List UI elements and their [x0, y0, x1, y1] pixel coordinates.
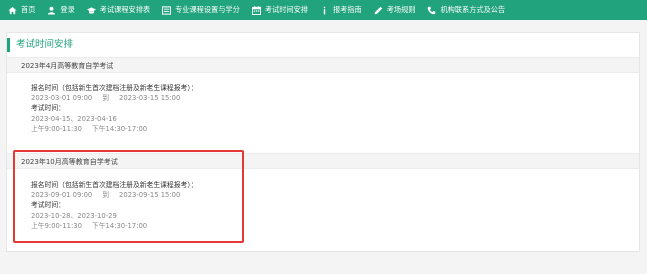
exam-dates: 2023-10-28、2023-10-29 — [31, 211, 117, 220]
panel-title: 考试时间安排 — [7, 38, 73, 52]
nav-item-exam-rules[interactable]: 考场规则 — [374, 0, 416, 20]
exam-schedule-panel: 考试时间安排 2023年4月高等教育自学考试 报名时间（包括新生首次建档注册及新… — [6, 32, 640, 252]
nav-item-label: 考场规则 — [386, 5, 416, 14]
nav-item-label: 考试课程安排表 — [99, 5, 151, 14]
user-icon — [47, 6, 56, 15]
list-icon — [162, 5, 172, 15]
nav-item-courses-credits[interactable]: 专业课程设置与学分 — [162, 0, 240, 20]
registration-period: 2023-09-01 09:00 到 2023-09-15 15:00 — [31, 190, 198, 200]
nav-item-home[interactable]: 首页 — [8, 0, 35, 20]
nav-item-login[interactable]: 登录 — [47, 0, 75, 20]
nav-item-label: 机构联系方式及公告 — [440, 5, 506, 14]
section-body: 报名时间（包括新生首次建档注册及新老生课程报考）： 2023-03-01 09:… — [31, 83, 198, 134]
info-icon — [320, 6, 329, 15]
nav-item-exam-schedule[interactable]: 考试课程安排表 — [86, 0, 151, 20]
exam-time-label: 考试时间： — [31, 201, 65, 210]
nav-item-contacts[interactable]: 机构联系方式及公告 — [427, 0, 505, 20]
registration-period: 2023-03-01 09:00 到 2023-03-15 15:00 — [31, 93, 198, 103]
section-body: 报名时间（包括新生首次建档注册及新老生课程报考）： 2023-09-01 09:… — [31, 180, 198, 231]
exam-hours: 上午9:00-11:30 下午14:30-17:00 — [31, 221, 198, 231]
nav-item-exam-time[interactable]: 考试时间安排 — [251, 0, 308, 20]
calendar-icon — [251, 5, 261, 15]
registration-start: 2023-09-01 09:00 — [31, 191, 93, 200]
morning-time: 上午9:00-11:30 — [31, 221, 82, 230]
exam-time-label: 考试时间： — [31, 104, 65, 113]
registration-end: 2023-09-15 15:00 — [119, 191, 181, 200]
registration-end: 2023-03-15 15:00 — [119, 94, 181, 103]
nav-item-label: 首页 — [21, 5, 36, 14]
phone-icon — [427, 6, 436, 15]
nav-item-label: 专业课程设置与学分 — [175, 5, 240, 14]
afternoon-time: 下午14:30-17:00 — [91, 221, 148, 230]
exam-hours: 上午9:00-11:30 下午14:30-17:00 — [31, 124, 198, 134]
top-navbar: 首页 登录 考试课程安排表 专业课程设置与学分 考试时间安排 报考指南 考场规则… — [0, 0, 647, 20]
nav-item-label: 报考指南 — [332, 5, 362, 14]
section-title: 2023年10月高等教育自学考试 — [7, 153, 639, 169]
nav-item-guide[interactable]: 报考指南 — [320, 0, 362, 20]
afternoon-time: 下午14:30-17:00 — [91, 124, 148, 133]
graduation-cap-icon — [86, 6, 96, 15]
registration-start: 2023-03-01 09:00 — [31, 94, 93, 103]
registration-to: 到 — [102, 94, 110, 103]
nav-item-label: 登录 — [60, 5, 75, 14]
registration-label: 报名时间（包括新生首次建档注册及新老生课程报考）： — [31, 181, 198, 189]
morning-time: 上午9:00-11:30 — [31, 124, 82, 133]
registration-to: 到 — [102, 191, 110, 200]
nav-item-label: 考试时间安排 — [264, 5, 308, 14]
exam-dates: 2023-04-15、2023-04-16 — [31, 114, 117, 123]
pencil-icon — [374, 6, 383, 15]
section-title: 2023年4月高等教育自学考试 — [7, 57, 639, 73]
home-icon — [8, 6, 17, 15]
registration-label: 报名时间（包括新生首次建档注册及新老生课程报考）： — [31, 84, 198, 92]
